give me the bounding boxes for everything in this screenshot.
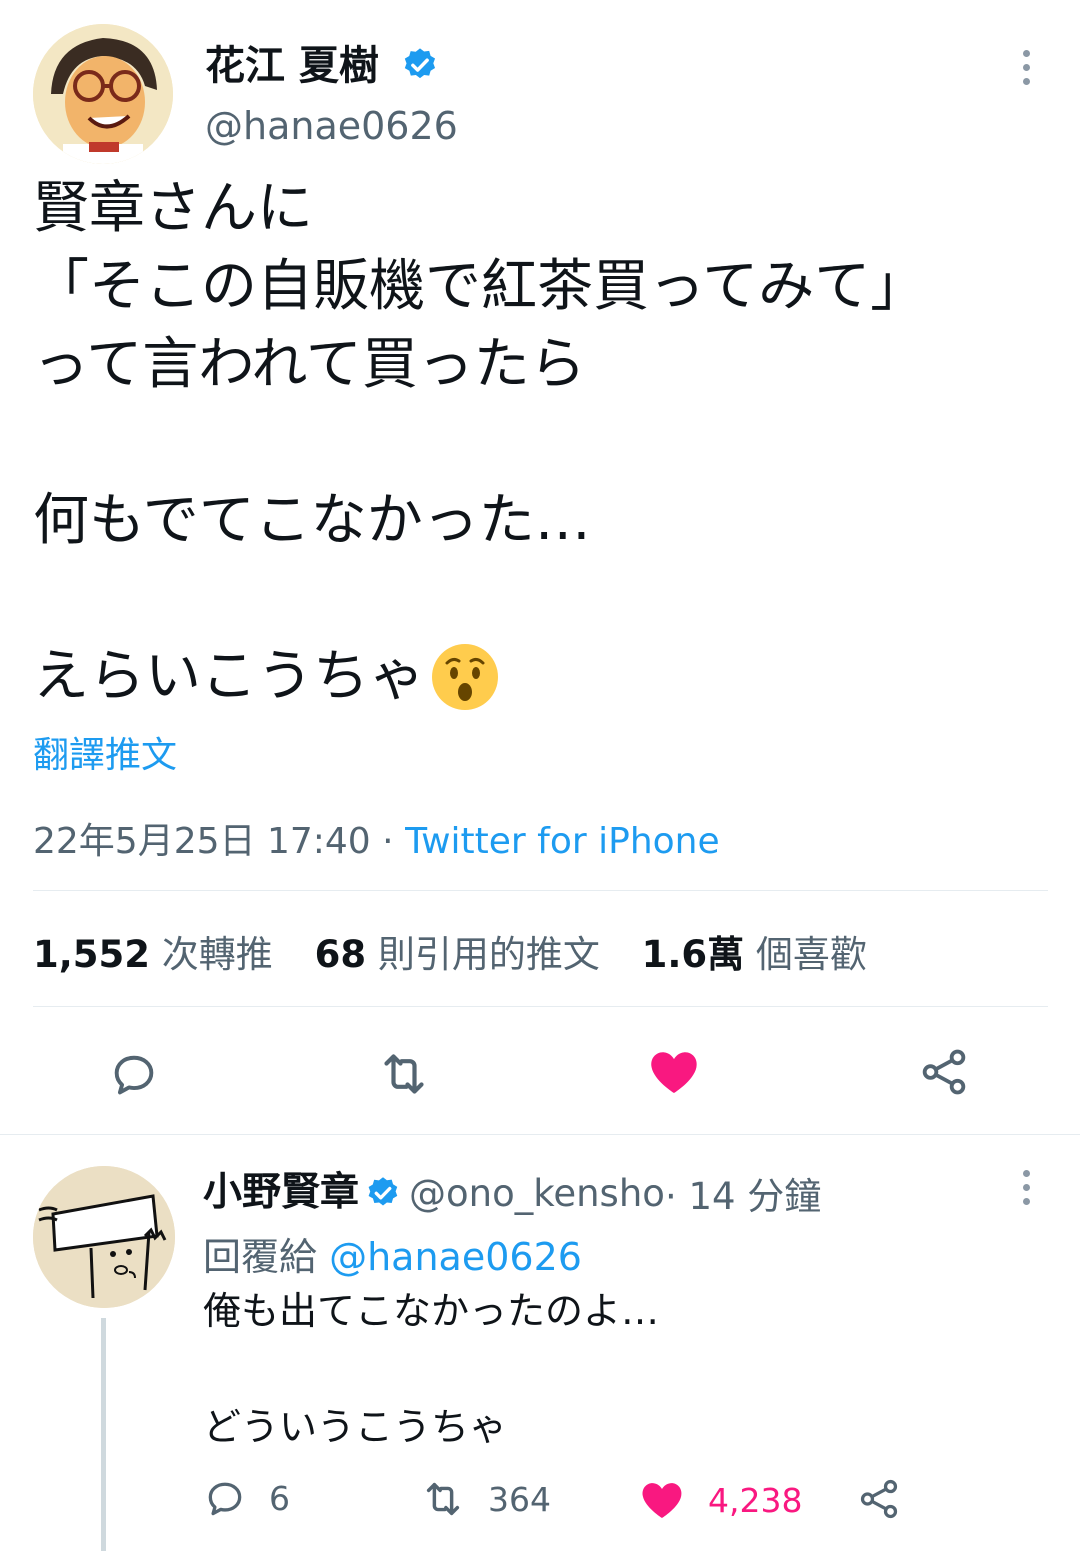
replying-to: 回覆給 @hanae0626: [203, 1226, 582, 1281]
tweet-line: 何もでてこなかった…: [33, 488, 591, 553]
tweet-meta: 22年5月25日 17:40 · Twitter for iPhone: [33, 812, 720, 864]
retweet-count: 364: [488, 1479, 551, 1519]
heart-icon: [651, 1052, 697, 1093]
share-icon: [922, 1049, 966, 1095]
tweet-line: って言われて買ったら: [33, 332, 586, 397]
retweet-button[interactable]: [366, 1036, 442, 1112]
author-handle[interactable]: @hanae0626: [205, 104, 458, 148]
verified-badge-icon: [404, 48, 435, 79]
share-button[interactable]: [906, 1034, 982, 1110]
quotes-stat[interactable]: 68 則引用的推文: [315, 933, 600, 976]
reply-like-button[interactable]: 4,238: [638, 1476, 802, 1524]
verified-badge-icon: [368, 1177, 398, 1206]
tweet-stats: 1,552 次轉推 68 則引用的推文 1.6萬 個喜歡: [33, 924, 867, 978]
quotes-count: 68: [314, 933, 367, 976]
reply-more-options-icon[interactable]: [1023, 1170, 1030, 1205]
author-name[interactable]: 花江 夏樹: [205, 42, 439, 90]
retweets-stat[interactable]: 1,552 次轉推: [33, 933, 273, 976]
avatar-illustration: [33, 24, 173, 164]
tweet-body: 賢章さんに 「そこの自販機で紅茶買ってみて」 って言われて買ったら 何もでてこな…: [33, 170, 926, 716]
retweets-label: 次轉推: [150, 933, 273, 976]
likes-count: 1.6萬: [641, 933, 745, 976]
reply-button[interactable]: [96, 1036, 172, 1112]
reply-icon: [114, 1055, 154, 1095]
reply-share-button[interactable]: [856, 1476, 902, 1522]
retweet-icon: [426, 1482, 460, 1516]
reply-body: 俺も出てこなかったのよ… どういうこうちゃ: [203, 1282, 659, 1456]
reply-line: 俺も出てこなかったのよ…: [203, 1289, 660, 1333]
share-icon: [860, 1479, 898, 1519]
reply-line: どういうこうちゃ: [203, 1405, 508, 1449]
like-button[interactable]: [636, 1034, 712, 1110]
tweet-line-with-emoji: えらいこうちゃ: [33, 638, 926, 716]
quotes-label: 則引用的推文: [366, 933, 600, 976]
author-avatar[interactable]: [33, 24, 173, 164]
reply-reply-button[interactable]: 6: [203, 1476, 290, 1520]
author-name-text: 花江 夏樹: [205, 43, 379, 89]
heart-icon: [642, 1483, 682, 1518]
reply-line: [203, 1340, 659, 1398]
retweet-icon: [384, 1054, 424, 1094]
tweet-line-text: えらいこうちゃ: [33, 644, 425, 709]
reply-header: 小野賢章 @ono_kensho · 14 分鐘: [203, 1166, 821, 1220]
reply-icon: [208, 1482, 242, 1516]
reply-time: · 14 分鐘: [664, 1175, 822, 1218]
tweet-line: [33, 560, 926, 638]
reply-retweet-button[interactable]: 364: [420, 1476, 551, 1522]
divider: [33, 890, 1048, 891]
tweet-source-link[interactable]: Twitter for iPhone: [405, 821, 720, 862]
replying-to-handle-link[interactable]: @hanae0626: [329, 1235, 582, 1279]
divider: [33, 1006, 1048, 1007]
hushed-face-emoji-icon: [432, 644, 498, 710]
likes-label: 個喜歡: [744, 933, 867, 976]
tweet-line: [33, 404, 926, 482]
more-options-icon[interactable]: [1023, 50, 1030, 85]
reply-author-handle[interactable]: @ono_kensho: [409, 1172, 665, 1215]
tweet-line: 賢章さんに: [33, 176, 313, 241]
reply-author-name[interactable]: 小野賢章: [203, 1169, 359, 1217]
reply-count: 6: [269, 1478, 290, 1518]
replying-to-label: 回覆給: [203, 1235, 330, 1279]
retweets-count: 1,552: [33, 933, 151, 976]
tweet-line: 「そこの自販機で紅茶買ってみて」: [33, 254, 927, 319]
translate-tweet-link[interactable]: 翻譯推文: [33, 726, 177, 778]
avatar-illustration: [33, 1166, 175, 1308]
thread-line: [101, 1318, 106, 1551]
divider: [0, 1134, 1080, 1135]
likes-stat[interactable]: 1.6萬 個喜歡: [642, 933, 867, 976]
meta-separator: ·: [370, 821, 406, 862]
tweet-timestamp[interactable]: 22年5月25日 17:40: [33, 821, 371, 862]
reply-author-avatar[interactable]: [33, 1166, 175, 1308]
like-count: 4,238: [708, 1480, 803, 1520]
